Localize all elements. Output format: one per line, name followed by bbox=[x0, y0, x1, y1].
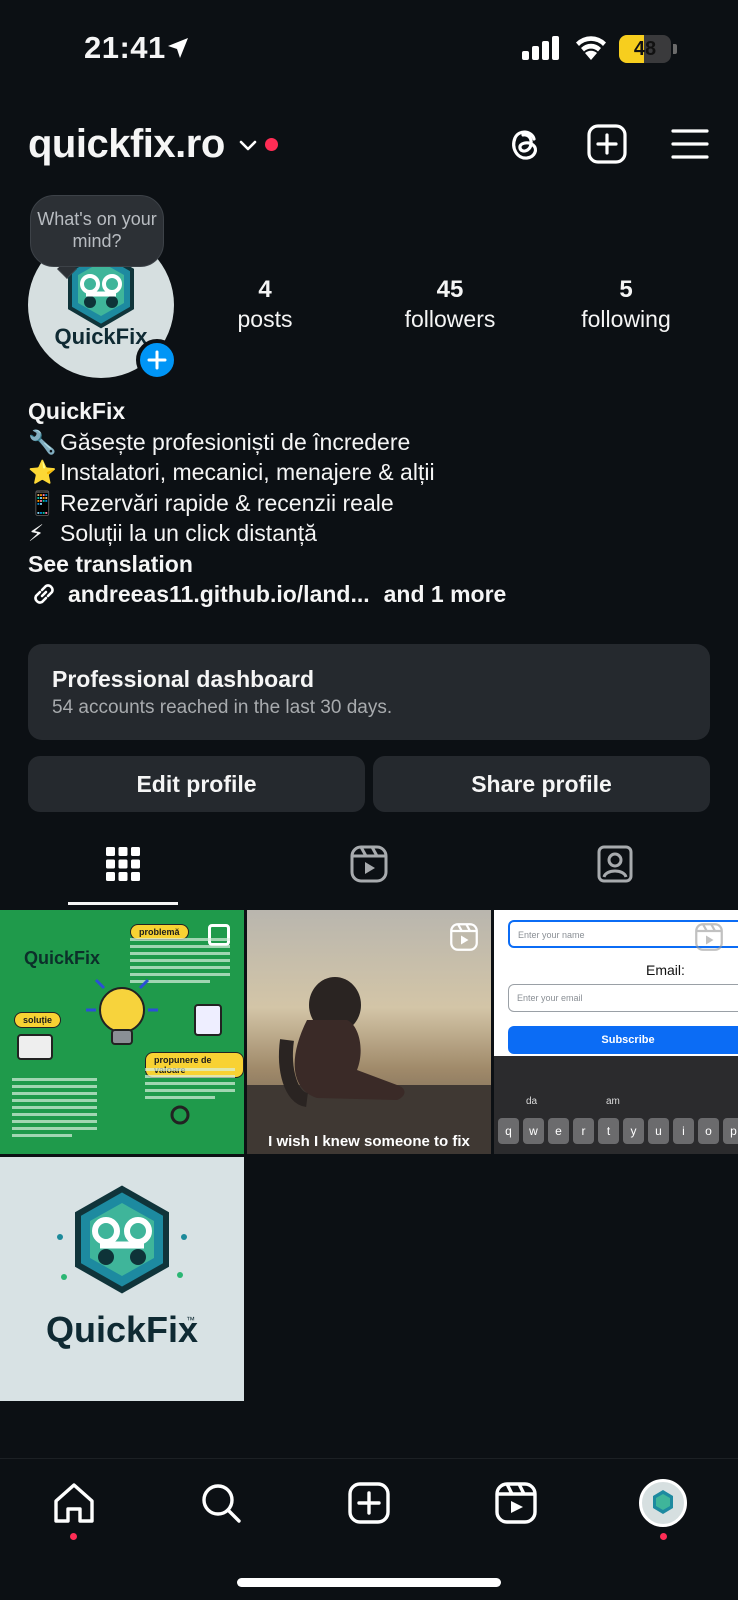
lightning-emoji: ⚡ bbox=[28, 520, 45, 546]
bio-line: ⚡ Soluții la un click distanță bbox=[28, 518, 435, 549]
followers-label: followers bbox=[404, 306, 496, 332]
cellular-signal-icon bbox=[522, 36, 559, 60]
keyboard-preview: da am q w e r t y u i o p bbox=[494, 1056, 738, 1154]
notification-dot bbox=[265, 138, 278, 151]
key: w bbox=[523, 1118, 544, 1144]
link-more: and 1 more bbox=[383, 580, 507, 607]
note-bubble[interactable]: What's on your mind? bbox=[30, 195, 164, 267]
reel-thumbnail[interactable]: I wish I knew someone to fix bbox=[247, 910, 491, 1154]
reels-icon[interactable] bbox=[492, 1479, 540, 1527]
edit-profile-button[interactable]: Edit profile bbox=[28, 756, 365, 812]
key: o bbox=[698, 1118, 719, 1144]
create-icon[interactable] bbox=[345, 1479, 393, 1527]
home-icon[interactable] bbox=[50, 1479, 98, 1527]
chevron-down-icon[interactable] bbox=[238, 138, 258, 154]
star-emoji: ⭐ bbox=[28, 459, 57, 485]
post-thumbnail[interactable]: QuickFix problemă soluție propunere de v… bbox=[0, 910, 244, 1154]
quickfix-logo-icon: QuickFix ™ bbox=[46, 1185, 198, 1350]
posts-count[interactable]: 4 posts bbox=[220, 276, 310, 333]
bio-line: 📱 Rezervări rapide & recenzii reale bbox=[28, 488, 435, 519]
followers-value: 45 bbox=[436, 276, 464, 303]
bio-link[interactable]: andreeas11.github.io/land... and 1 more bbox=[28, 578, 506, 610]
following-value: 5 bbox=[619, 276, 633, 303]
dashboard-title: Professional dashboard bbox=[52, 666, 315, 692]
bio-line: ⭐ Instalatori, mecanici, menajere & alții bbox=[28, 457, 435, 488]
bio-text: Instalatori, mecanici, menajere & alții bbox=[60, 459, 435, 485]
account-switcher[interactable]: quickfix.ro bbox=[28, 122, 225, 167]
clock: 21:41 bbox=[84, 30, 166, 65]
see-translation-link[interactable]: See translation bbox=[28, 549, 435, 580]
display-name: QuickFix bbox=[28, 398, 126, 424]
plus-icon bbox=[147, 350, 167, 370]
key: p bbox=[723, 1118, 738, 1144]
home-notification-dot bbox=[70, 1533, 77, 1540]
key: i bbox=[673, 1118, 694, 1144]
bio-text: Soluții la un click distanță bbox=[60, 520, 317, 546]
profile-header: quickfix.ro bbox=[0, 110, 738, 180]
wrench-emoji: 🔧 bbox=[28, 428, 57, 455]
menu-icon[interactable] bbox=[668, 122, 712, 166]
wifi-icon bbox=[576, 36, 606, 60]
grid-icon bbox=[106, 847, 140, 881]
posts-value: 4 bbox=[258, 276, 272, 303]
avatar-logo-text: QuickFix bbox=[55, 324, 149, 349]
share-profile-button[interactable]: Share profile bbox=[373, 756, 710, 812]
email-input-preview: Enter your email bbox=[508, 984, 738, 1012]
reels-icon bbox=[350, 845, 388, 883]
subscribe-button-preview: Subscribe bbox=[508, 1026, 738, 1054]
search-icon[interactable] bbox=[197, 1479, 245, 1527]
tab-tagged[interactable] bbox=[492, 844, 738, 908]
link-url: andreeas11.github.io/land... bbox=[68, 580, 370, 607]
lightbulb-illustration-icon bbox=[12, 938, 235, 1137]
reel-caption: I wish I knew someone to fix bbox=[268, 1133, 470, 1150]
link-icon bbox=[34, 584, 54, 604]
key: e bbox=[548, 1118, 569, 1144]
profile-notification-dot bbox=[660, 1533, 667, 1540]
key: y bbox=[623, 1118, 644, 1144]
tagged-icon bbox=[597, 845, 633, 883]
status-bar: 21:41 48 bbox=[0, 0, 738, 100]
bio-text: Rezervări rapide & recenzii reale bbox=[60, 489, 394, 516]
key: u bbox=[648, 1118, 669, 1144]
threads-icon[interactable] bbox=[503, 122, 547, 166]
home-indicator bbox=[237, 1578, 501, 1587]
profile-bio: QuickFix 🔧 Găsește profesioniști de încre… bbox=[28, 396, 435, 579]
key: t bbox=[598, 1118, 619, 1144]
tab-posts-grid[interactable] bbox=[0, 844, 246, 908]
logo-text: QuickFix bbox=[46, 1309, 198, 1350]
profile-avatar[interactable] bbox=[639, 1479, 687, 1527]
post-thumbnail[interactable]: QuickFix ™ bbox=[0, 1157, 244, 1401]
trademark-symbol: ™ bbox=[186, 1315, 195, 1325]
following-count[interactable]: 5 following bbox=[570, 276, 682, 333]
professional-dashboard[interactable]: Professional dashboard 54 accounts reach… bbox=[28, 644, 710, 740]
reel-thumbnail[interactable]: Enter your name Email: Enter your email … bbox=[494, 910, 738, 1154]
email-label: Email: bbox=[646, 962, 685, 978]
location-arrow-icon bbox=[168, 38, 188, 58]
suggestion-da: da bbox=[526, 1096, 538, 1107]
active-tab-indicator bbox=[68, 902, 178, 905]
bio-text: Găsește profesioniști de încredere bbox=[60, 428, 411, 455]
key: r bbox=[573, 1118, 594, 1144]
reel-badge-icon bbox=[450, 923, 478, 951]
phone-emoji: 📱 bbox=[28, 489, 57, 516]
dashboard-subtitle: 54 accounts reached in the last 30 days. bbox=[52, 697, 393, 718]
keyboard-row: q w e r t y u i o p bbox=[498, 1118, 738, 1144]
key: q bbox=[498, 1118, 519, 1144]
tab-reels[interactable] bbox=[246, 844, 492, 908]
add-story-button[interactable] bbox=[136, 339, 178, 381]
create-icon[interactable] bbox=[585, 122, 629, 166]
battery-nub bbox=[673, 44, 677, 54]
suggestion-am: am bbox=[606, 1096, 620, 1107]
battery-percent: 48 bbox=[633, 38, 657, 60]
reel-badge-icon bbox=[695, 923, 723, 951]
posts-label: posts bbox=[237, 306, 293, 332]
followers-count[interactable]: 45 followers bbox=[390, 276, 510, 333]
quickfix-logo-icon bbox=[653, 1490, 673, 1514]
following-label: following bbox=[581, 306, 671, 332]
bio-line: 🔧 Găsește profesioniști de încredere bbox=[28, 427, 435, 458]
battery-indicator: 48 bbox=[619, 35, 671, 63]
